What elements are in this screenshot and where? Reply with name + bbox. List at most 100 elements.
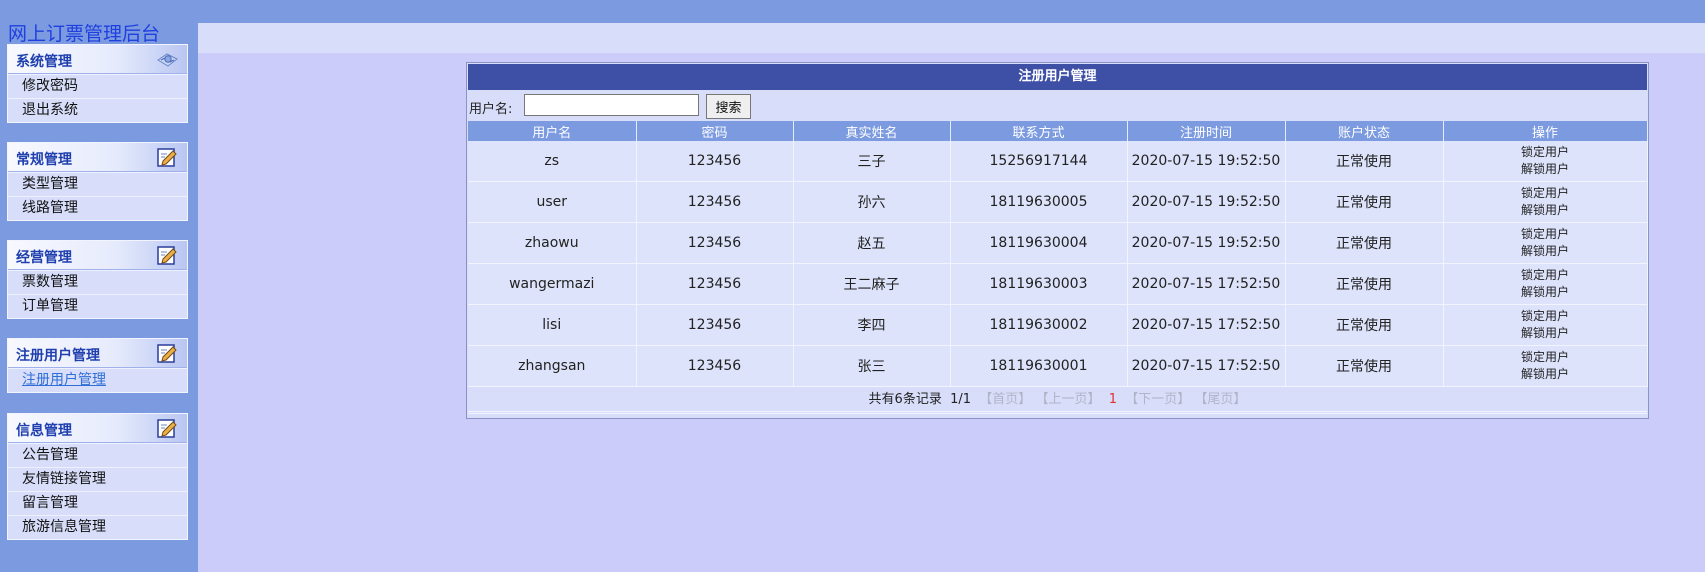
search-button[interactable]: 搜索 (706, 94, 751, 119)
menu-item-messages[interactable]: 留言管理 (8, 491, 187, 515)
lock-user-link[interactable]: 锁定用户 (1444, 144, 1647, 161)
table-header-row: 用户名 密码 真实姓名 联系方式 注册时间 账户状态 操作 (468, 121, 1648, 141)
edit-icon (157, 148, 177, 167)
menu-item-announcements[interactable]: 公告管理 (8, 443, 187, 467)
menu-group-information: 信息管理 公告管理 友情链接管理 留言管理 旅游信息管理 (7, 413, 188, 540)
menu-group-business: 经营管理 票数管理 订单管理 (7, 240, 188, 319)
cell-password: 123456 (636, 141, 794, 182)
cell-realname: 三子 (793, 141, 951, 182)
menu-group-system: 系统管理 修改密码 退出系统 (7, 44, 188, 123)
unlock-user-link[interactable]: 解锁用户 (1444, 366, 1647, 383)
cell-username: zhaowu (468, 222, 637, 264)
current-page-number[interactable]: 1 (1109, 392, 1117, 407)
menu-item-type-management[interactable]: 类型管理 (8, 172, 187, 196)
cell-actions: 锁定用户 解锁用户 (1443, 345, 1648, 387)
users-table-wrap: 用户名 密码 真实姓名 联系方式 注册时间 账户状态 操作 zs 123456 … (468, 121, 1648, 387)
menu-header-label: 信息管理 (16, 423, 72, 439)
cell-password: 123456 (636, 181, 794, 223)
cell-realname: 王二麻子 (793, 263, 951, 305)
menu-item-ticket-count[interactable]: 票数管理 (8, 270, 187, 294)
sub-header-bar (198, 23, 1705, 53)
menu-header-business[interactable]: 经营管理 (8, 241, 187, 270)
cell-phone: 18119630003 (950, 263, 1128, 305)
column-header-phone: 联系方式 (950, 121, 1128, 141)
cell-register-time: 2020-07-15 19:52:50 (1127, 141, 1286, 182)
next-page-link[interactable]: 【下一页】 (1125, 392, 1190, 407)
cell-realname: 孙六 (793, 181, 951, 223)
menu-header-label: 经营管理 (16, 250, 72, 266)
cell-actions: 锁定用户 解锁用户 (1443, 304, 1648, 346)
app-title: 网上订票管理后台 (8, 23, 161, 45)
cell-register-time: 2020-07-15 17:52:50 (1127, 304, 1286, 346)
menu-item-route-management[interactable]: 线路管理 (8, 196, 187, 220)
unlock-user-link[interactable]: 解锁用户 (1444, 284, 1647, 301)
cell-status: 正常使用 (1285, 263, 1444, 305)
cell-username: lisi (468, 304, 637, 346)
table-row: user 123456 孙六 18119630005 2020-07-15 19… (468, 181, 1648, 223)
table-row: wangermazi 123456 王二麻子 18119630003 2020-… (468, 263, 1648, 305)
lock-user-link[interactable]: 锁定用户 (1444, 349, 1647, 366)
menu-header-label: 常规管理 (16, 152, 72, 168)
cell-register-time: 2020-07-15 19:52:50 (1127, 181, 1286, 223)
record-count: 共有6条记录 (868, 392, 942, 407)
menu-item-registered-users[interactable]: 注册用户管理 (8, 368, 187, 392)
cell-register-time: 2020-07-15 19:52:50 (1127, 222, 1286, 264)
lock-user-link[interactable]: 锁定用户 (1444, 308, 1647, 325)
menu-group-general: 常规管理 类型管理 线路管理 (7, 142, 188, 221)
cell-status: 正常使用 (1285, 141, 1444, 182)
username-search-input[interactable] (524, 94, 699, 116)
menu-header-general[interactable]: 常规管理 (8, 143, 187, 172)
pagination: 共有6条记录 1/1 【首页】 【上一页】 1 【下一页】 【尾页】 (468, 389, 1647, 412)
lock-user-link[interactable]: 锁定用户 (1444, 185, 1647, 202)
menu-group-registered-users: 注册用户管理 注册用户管理 (7, 338, 188, 393)
last-page-link[interactable]: 【尾页】 (1194, 392, 1246, 407)
table-row: zhaowu 123456 赵五 18119630004 2020-07-15 … (468, 222, 1648, 264)
cell-password: 123456 (636, 263, 794, 305)
column-header-register-time: 注册时间 (1127, 121, 1286, 141)
column-header-realname: 真实姓名 (793, 121, 951, 141)
panel-title: 注册用户管理 (468, 64, 1647, 90)
menu-item-change-password[interactable]: 修改密码 (8, 74, 187, 98)
prev-page-link[interactable]: 【上一页】 (1035, 392, 1100, 407)
cell-password: 123456 (636, 222, 794, 264)
edit-icon (157, 419, 177, 438)
menu-item-travel-info[interactable]: 旅游信息管理 (8, 515, 187, 539)
column-header-password: 密码 (636, 121, 794, 141)
cell-password: 123456 (636, 304, 794, 346)
unlock-user-link[interactable]: 解锁用户 (1444, 161, 1647, 178)
users-table: 用户名 密码 真实姓名 联系方式 注册时间 账户状态 操作 zs 123456 … (468, 121, 1648, 387)
menu-header-information[interactable]: 信息管理 (8, 414, 187, 443)
menu-item-friend-links[interactable]: 友情链接管理 (8, 467, 187, 491)
cell-phone: 18119630004 (950, 222, 1128, 264)
cell-register-time: 2020-07-15 17:52:50 (1127, 345, 1286, 387)
cell-username: wangermazi (468, 263, 637, 305)
menu-item-order-management[interactable]: 订单管理 (8, 294, 187, 318)
first-page-link[interactable]: 【首页】 (979, 392, 1031, 407)
cell-username: user (468, 181, 637, 223)
cell-status: 正常使用 (1285, 304, 1444, 346)
table-row: zhangsan 123456 张三 18119630001 2020-07-1… (468, 345, 1648, 387)
cell-actions: 锁定用户 解锁用户 (1443, 181, 1648, 223)
cell-realname: 赵五 (793, 222, 951, 264)
unlock-user-link[interactable]: 解锁用户 (1444, 243, 1647, 260)
menu-header-system[interactable]: 系统管理 (8, 45, 187, 74)
search-row: 用户名: 搜索 (469, 93, 1647, 119)
cell-status: 正常使用 (1285, 222, 1444, 264)
column-header-actions: 操作 (1443, 121, 1648, 141)
menu-header-registered-users[interactable]: 注册用户管理 (8, 339, 187, 368)
cell-actions: 锁定用户 解锁用户 (1443, 263, 1648, 305)
lock-user-link[interactable]: 锁定用户 (1444, 226, 1647, 243)
lock-user-link[interactable]: 锁定用户 (1444, 267, 1647, 284)
cell-username: zs (468, 141, 637, 182)
menu-header-label: 注册用户管理 (16, 348, 100, 364)
table-row: lisi 123456 李四 18119630002 2020-07-15 17… (468, 304, 1648, 346)
column-header-username: 用户名 (468, 121, 637, 141)
search-label: 用户名: (469, 102, 513, 117)
unlock-user-link[interactable]: 解锁用户 (1444, 325, 1647, 342)
user-management-panel: 注册用户管理 用户名: 搜索 用户名 密码 真实姓名 联系方式 注册时间 账户状… (466, 62, 1649, 419)
top-bar (198, 0, 1705, 23)
menu-item-logout[interactable]: 退出系统 (8, 98, 187, 122)
cell-phone: 18119630005 (950, 181, 1128, 223)
unlock-user-link[interactable]: 解锁用户 (1444, 202, 1647, 219)
cell-phone: 18119630002 (950, 304, 1128, 346)
